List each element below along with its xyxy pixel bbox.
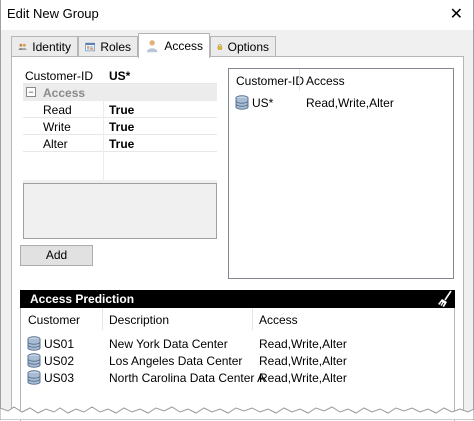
property-value[interactable]: True [109, 120, 134, 134]
tab-label-identity: Identity [32, 40, 71, 54]
customer-id-cell: US* [252, 96, 274, 110]
property-label: Alter [43, 137, 68, 151]
column-header-access[interactable]: Access [306, 74, 345, 88]
property-label: Write [43, 120, 71, 134]
prediction-list-header: Customer Description Access [21, 308, 454, 330]
close-icon[interactable]: ✕ [450, 4, 463, 24]
property-row-alter[interactable]: Alter True [23, 135, 217, 152]
access-prediction-title: Access Prediction [30, 292, 135, 306]
property-label: Customer-ID [25, 69, 94, 83]
property-category-access[interactable]: − Access [23, 84, 217, 101]
table-row[interactable]: US01 New York Data Center Read,Write,Alt… [21, 336, 454, 353]
access-list-view[interactable]: Customer-ID Access US* Read,Write,Alter [228, 68, 454, 279]
column-divider[interactable] [252, 308, 253, 330]
database-icon [235, 95, 249, 110]
tab-label-options: Options [227, 40, 269, 54]
access-list-header: Customer-ID Access [229, 69, 453, 91]
title-bar: Edit New Group ✕ [1, 0, 473, 30]
column-divider[interactable] [102, 308, 103, 330]
table-row[interactable]: US02 Los Angeles Data Center Read,Write,… [21, 353, 454, 370]
database-icon [27, 353, 41, 368]
edit-group-window: Edit New Group ✕ Identity Roles Access O… [0, 0, 474, 421]
access-tab-panel: Customer-ID US* − Access Read True Write… [11, 56, 464, 421]
property-grid-divider [103, 84, 104, 180]
list-item[interactable]: US* Read,Write,Alter [229, 95, 453, 112]
column-header-customer[interactable]: Customer [28, 313, 80, 327]
tab-access[interactable]: Access [138, 33, 210, 58]
column-divider[interactable] [299, 69, 300, 91]
description-cell: North Carolina Data Center A [109, 371, 266, 385]
category-label: Access [43, 86, 86, 100]
property-row-read[interactable]: Read True [23, 101, 217, 118]
database-icon [27, 370, 41, 385]
collapse-icon[interactable]: − [26, 87, 36, 97]
tab-label-roles: Roles [100, 40, 131, 54]
property-value[interactable]: US* [109, 69, 130, 83]
access-cell: Read,Write,Alter [259, 371, 347, 385]
add-button[interactable]: Add [20, 245, 93, 266]
person-icon [146, 40, 158, 53]
table-row[interactable]: US03 North Carolina Data Center A Read,W… [21, 370, 454, 387]
users-icon [18, 43, 27, 50]
access-cell: Read,Write,Alter [259, 337, 347, 351]
lock-icon [217, 44, 222, 50]
customer-cell: US02 [44, 354, 75, 368]
description-cell: Los Angeles Data Center [109, 354, 243, 368]
access-prediction-header: Access Prediction [20, 290, 455, 308]
torn-edge [0, 406, 474, 420]
access-cell: Read,Write,Alter [306, 96, 394, 110]
property-grid[interactable]: Customer-ID US* − Access Read True Write… [23, 67, 217, 152]
customer-cell: US01 [44, 337, 75, 351]
broom-icon[interactable] [437, 290, 453, 308]
tab-options[interactable]: Options [210, 36, 276, 57]
column-header-access[interactable]: Access [259, 313, 298, 327]
window-title: Edit New Group [7, 6, 99, 21]
column-header-description[interactable]: Description [109, 313, 169, 327]
tab-roles[interactable]: Roles [78, 36, 138, 57]
property-row-write[interactable]: Write True [23, 118, 217, 135]
property-description-box [23, 183, 217, 239]
property-value[interactable]: True [109, 103, 134, 117]
customer-cell: US03 [44, 371, 75, 385]
roles-icon [85, 42, 95, 52]
property-value[interactable]: True [109, 137, 134, 151]
tab-label-access: Access [164, 39, 203, 53]
tab-identity[interactable]: Identity [11, 36, 78, 57]
database-icon [27, 336, 41, 351]
access-cell: Read,Write,Alter [259, 354, 347, 368]
column-header-customer-id[interactable]: Customer-ID [236, 74, 304, 88]
description-cell: New York Data Center [109, 337, 228, 351]
property-row-customer-id[interactable]: Customer-ID US* [23, 67, 217, 84]
property-label: Read [43, 103, 72, 117]
